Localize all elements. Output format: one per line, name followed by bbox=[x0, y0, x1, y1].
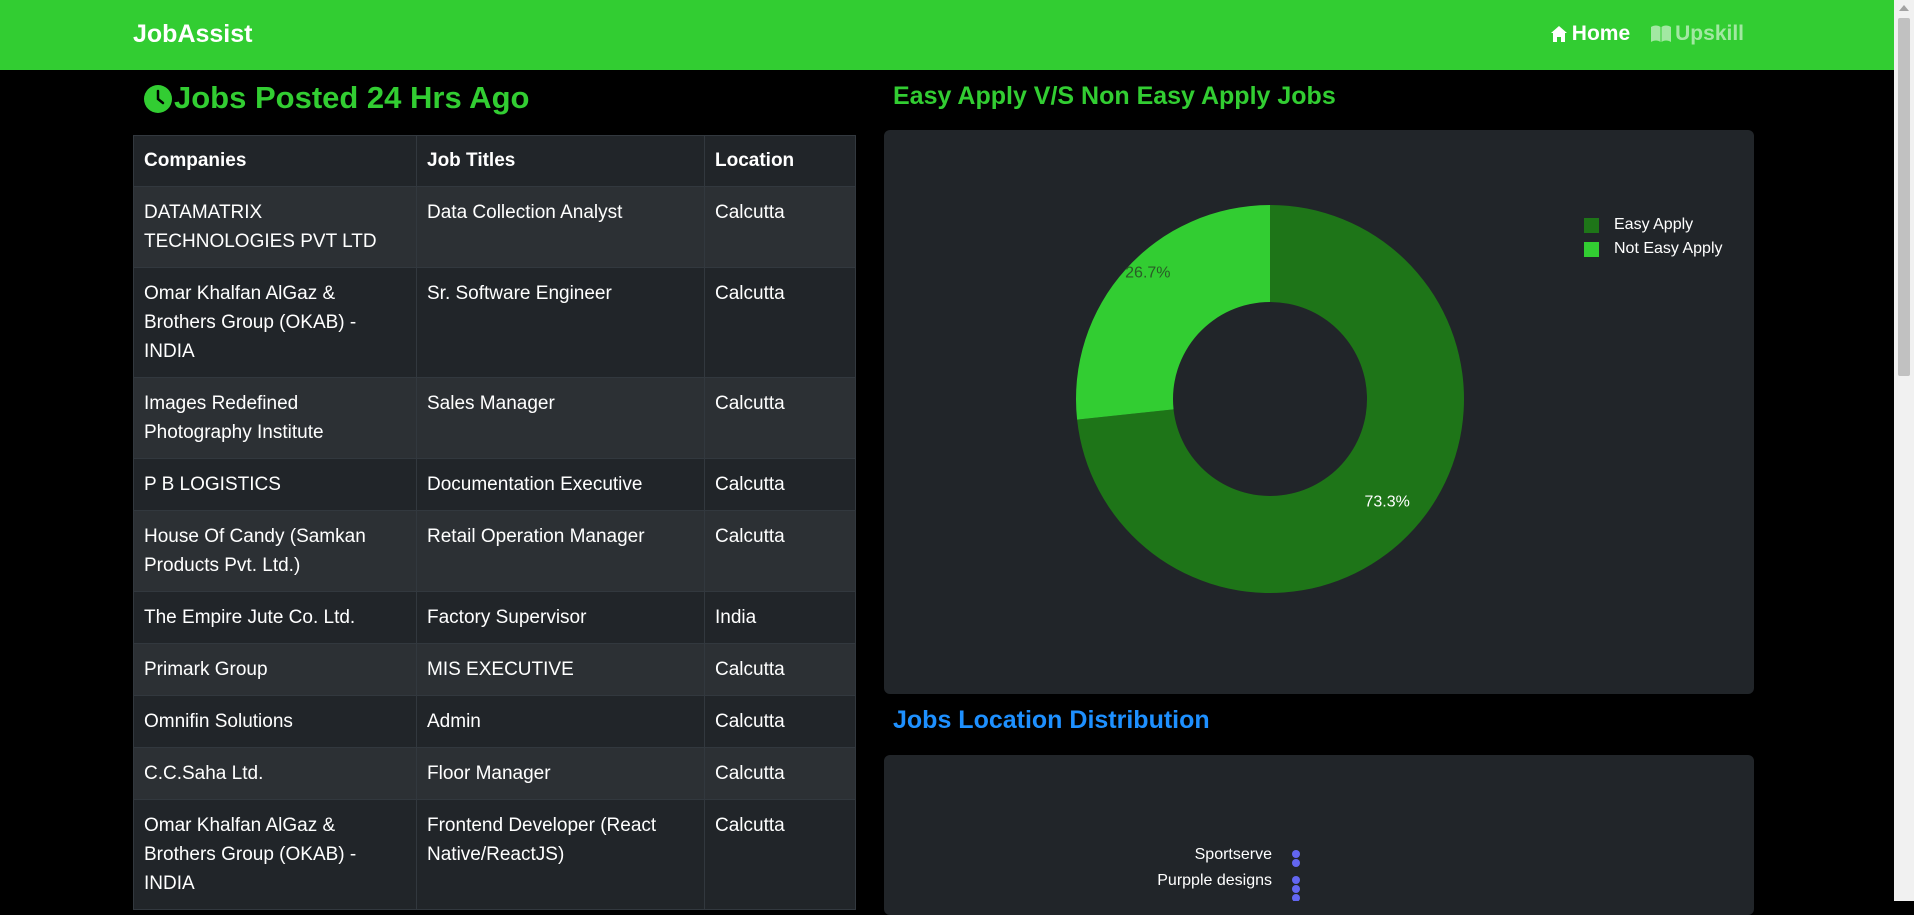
navbar: JobAssist Home Upskill bbox=[0, 0, 1894, 70]
location-dot bbox=[1292, 885, 1300, 893]
table-row: Primark Group MIS EXECUTIVE Calcutta bbox=[133, 643, 856, 696]
donut-slice-not-easy-apply[interactable] bbox=[1076, 205, 1270, 420]
legend-item-easy-apply[interactable]: Easy Apply bbox=[1584, 213, 1723, 237]
job-title-cell: Sales Manager bbox=[416, 377, 705, 459]
nav-home-label: Home bbox=[1571, 22, 1631, 45]
column-header-companies: Companies bbox=[133, 135, 417, 187]
table-row: Images Redefined Photography Institute S… bbox=[133, 377, 856, 459]
company-cell: Omar Khalfan AlGaz & Brothers Group (OKA… bbox=[133, 799, 417, 910]
table-row: P B LOGISTICS Documentation Executive Ca… bbox=[133, 458, 856, 511]
job-title-cell: Floor Manager bbox=[416, 747, 705, 800]
job-title-cell: Retail Operation Manager bbox=[416, 510, 705, 592]
table-row: Omnifin Solutions Admin Calcutta bbox=[133, 695, 856, 748]
company-cell: Omnifin Solutions bbox=[133, 695, 417, 748]
job-title-cell: Frontend Developer (React Native/ReactJS… bbox=[416, 799, 705, 910]
location-section-title: Jobs Location Distribution bbox=[893, 706, 1210, 734]
legend-swatch bbox=[1584, 217, 1599, 233]
job-title-cell: Admin bbox=[416, 695, 705, 748]
legend-label: Not Easy Apply bbox=[1614, 240, 1723, 257]
table-row: Omar Khalfan AlGaz & Brothers Group (OKA… bbox=[133, 799, 856, 910]
location-cell: Calcutta bbox=[704, 747, 856, 800]
location-cell: Calcutta bbox=[704, 267, 856, 378]
legend-item-not-easy-apply[interactable]: Not Easy Apply bbox=[1584, 237, 1723, 261]
location-cell: Calcutta bbox=[704, 458, 856, 511]
brand-logo[interactable]: JobAssist bbox=[133, 20, 252, 49]
company-cell: P B LOGISTICS bbox=[133, 458, 417, 511]
job-title-cell: Sr. Software Engineer bbox=[416, 267, 705, 378]
job-title-cell: MIS EXECUTIVE bbox=[416, 643, 705, 696]
location-dot bbox=[1292, 850, 1300, 858]
donut-slice-label: 26.7% bbox=[1125, 265, 1170, 282]
column-header-job-titles: Job Titles bbox=[416, 135, 705, 187]
job-title-cell: Data Collection Analyst bbox=[416, 186, 705, 268]
table-row: Omar Khalfan AlGaz & Brothers Group (OKA… bbox=[133, 267, 856, 378]
page-scrollbar[interactable] bbox=[1894, 0, 1914, 901]
clock-icon bbox=[143, 84, 173, 119]
job-title-cell: Factory Supervisor bbox=[416, 591, 705, 644]
jobs-section-title: Jobs Posted 24 Hrs Ago bbox=[174, 80, 530, 115]
company-cell: House Of Candy (Samkan Products Pvt. Ltd… bbox=[133, 510, 417, 592]
location-cell: Calcutta bbox=[704, 510, 856, 592]
table-row: House Of Candy (Samkan Products Pvt. Ltd… bbox=[133, 510, 856, 592]
chart-legend: Easy Apply Not Easy Apply bbox=[1584, 213, 1723, 261]
table-row: C.C.Saha Ltd. Floor Manager Calcutta bbox=[133, 747, 856, 800]
location-dot bbox=[1292, 894, 1300, 901]
location-dot bbox=[1292, 859, 1300, 867]
company-cell: Images Redefined Photography Institute bbox=[133, 377, 417, 459]
location-cell: Calcutta bbox=[704, 377, 856, 459]
nav-upskill-label: Upskill bbox=[1675, 22, 1744, 45]
location-cell: Calcutta bbox=[704, 186, 856, 268]
easy-apply-title: Easy Apply V/S Non Easy Apply Jobs bbox=[893, 82, 1336, 110]
location-cell: Calcutta bbox=[704, 799, 856, 910]
book-icon bbox=[1650, 24, 1672, 44]
table-header-row: Companies Job Titles Location bbox=[133, 135, 856, 187]
location-cell: India bbox=[704, 591, 856, 644]
legend-swatch bbox=[1584, 241, 1599, 257]
scroll-up-arrow[interactable] bbox=[1899, 5, 1909, 11]
location-chart-panel bbox=[884, 755, 1754, 915]
location-cell: Calcutta bbox=[704, 695, 856, 748]
location-cell: Calcutta bbox=[704, 643, 856, 696]
nav-links: Home Upskill bbox=[1549, 22, 1744, 46]
legend-label: Easy Apply bbox=[1614, 216, 1694, 233]
location-label: Sportserve bbox=[1194, 846, 1272, 863]
location-dot bbox=[1292, 876, 1300, 884]
column-header-location: Location bbox=[704, 135, 856, 187]
home-icon bbox=[1549, 24, 1569, 44]
nav-home-link[interactable]: Home bbox=[1549, 22, 1630, 46]
location-dot-column bbox=[1292, 850, 1300, 901]
company-cell: Omar Khalfan AlGaz & Brothers Group (OKA… bbox=[133, 267, 417, 378]
company-cell: C.C.Saha Ltd. bbox=[133, 747, 417, 800]
company-cell: The Empire Jute Co. Ltd. bbox=[133, 591, 417, 644]
company-cell: Primark Group bbox=[133, 643, 417, 696]
table-row: The Empire Jute Co. Ltd. Factory Supervi… bbox=[133, 591, 856, 644]
location-label: Purpple designs bbox=[1157, 872, 1272, 889]
donut-slice-label: 73.3% bbox=[1364, 493, 1409, 510]
scroll-thumb[interactable] bbox=[1898, 18, 1910, 376]
nav-upskill-link[interactable]: Upskill bbox=[1650, 22, 1744, 46]
table-row: DATAMATRIX TECHNOLOGIES PVT LTD Data Col… bbox=[133, 186, 856, 268]
job-title-cell: Documentation Executive bbox=[416, 458, 705, 511]
company-cell: DATAMATRIX TECHNOLOGIES PVT LTD bbox=[133, 186, 417, 268]
jobs-table: Companies Job Titles Location DATAMATRIX… bbox=[133, 135, 856, 910]
